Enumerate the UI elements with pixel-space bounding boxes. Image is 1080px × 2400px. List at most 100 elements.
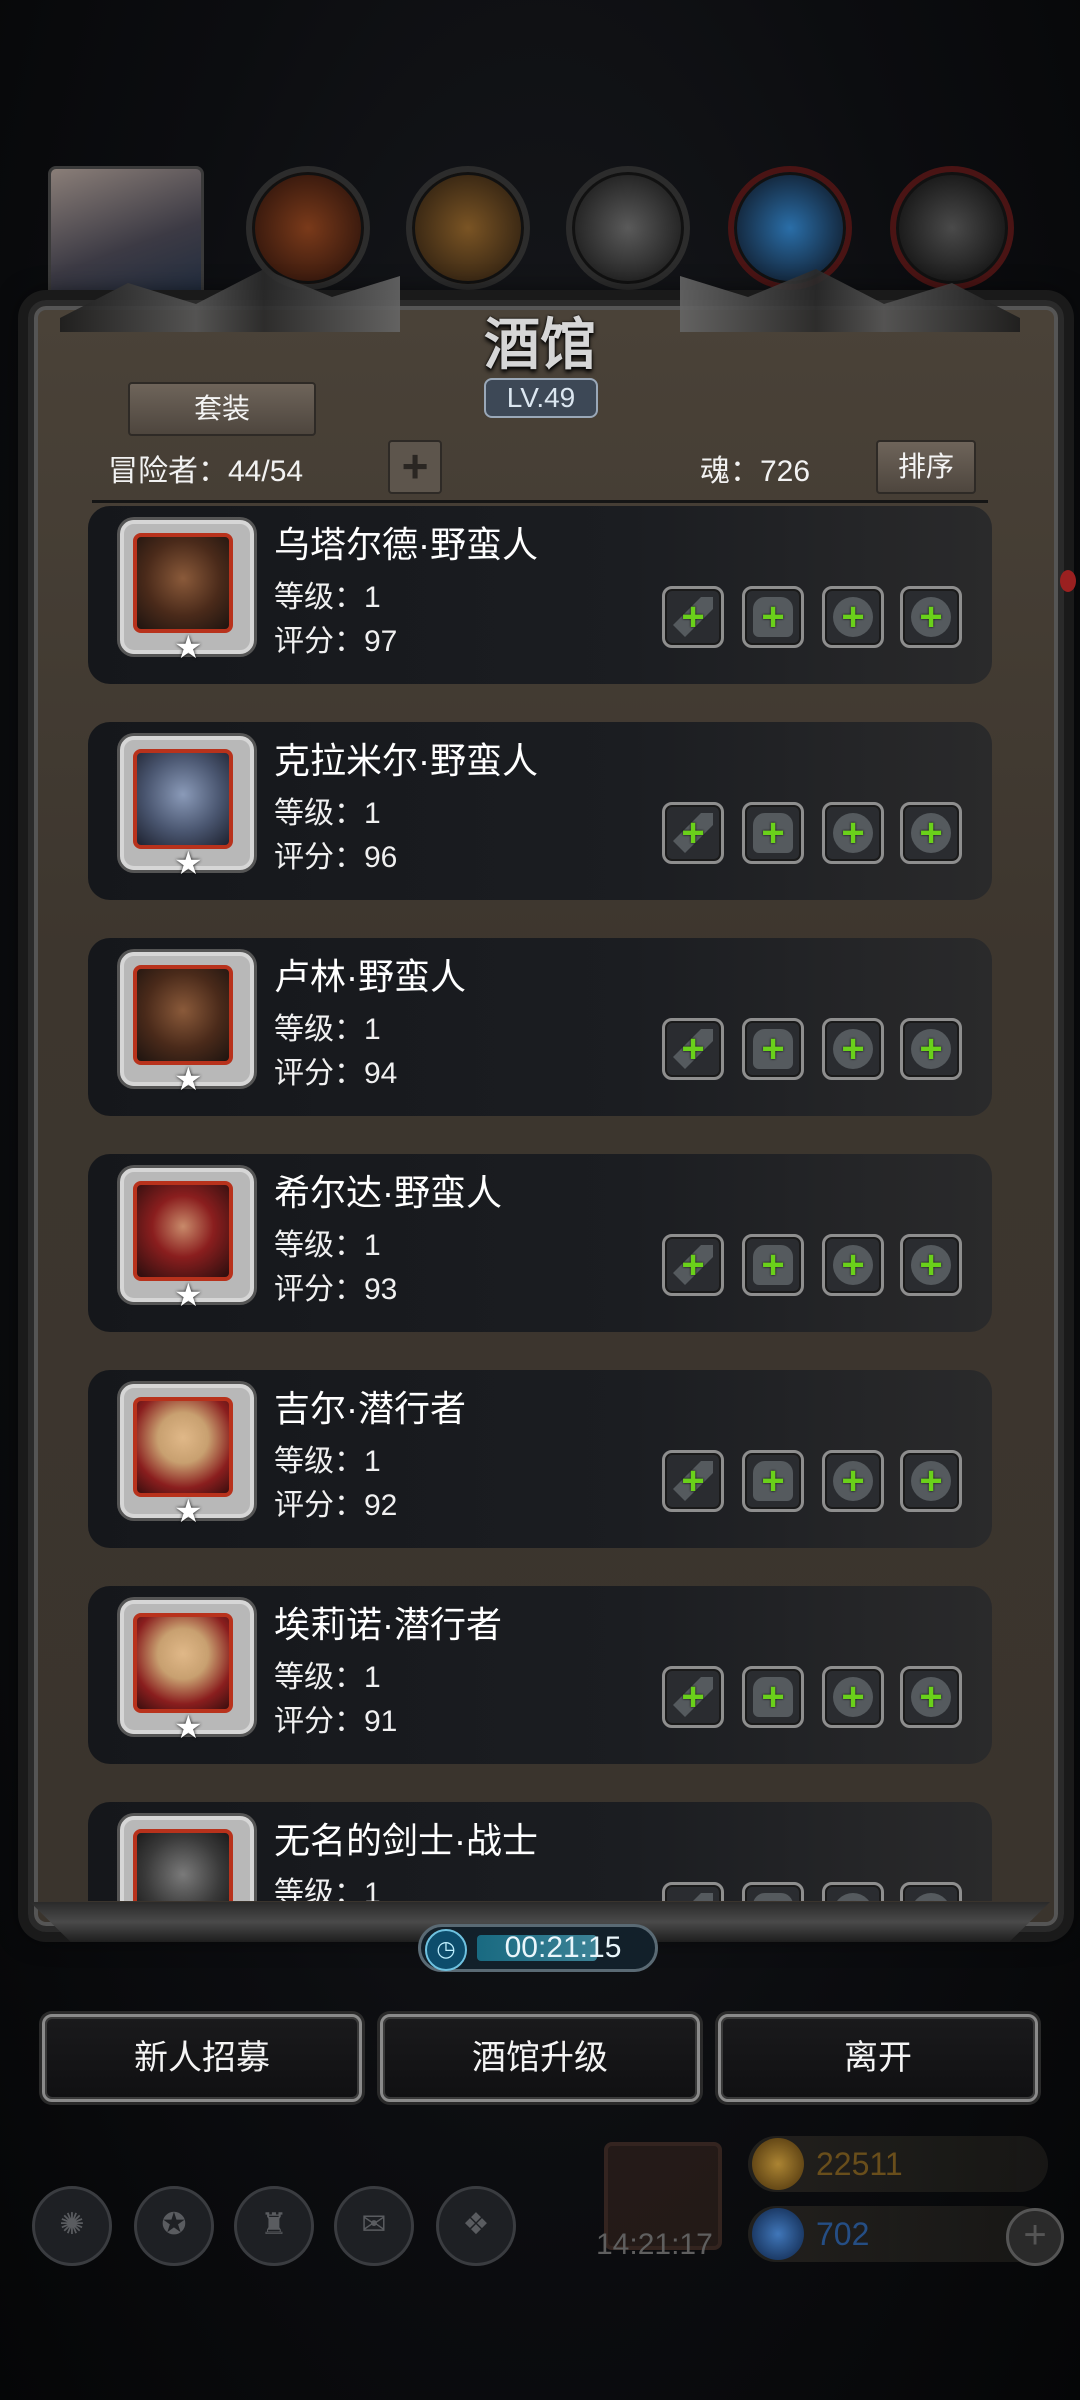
star-icon: ★: [174, 1061, 203, 1097]
adventurer-row[interactable]: ★ 克拉米尔·野蛮人 等级：1 评分：96 + + + +: [88, 722, 992, 900]
settings-icon[interactable]: ✺: [32, 2186, 112, 2266]
achievement-icon[interactable]: ✪: [134, 2186, 214, 2266]
adventurer-score: 评分：94: [274, 1057, 398, 1090]
ring-slot[interactable]: +: [822, 1018, 884, 1080]
necklace-slot[interactable]: +: [900, 802, 962, 864]
weapon-slot[interactable]: +: [662, 1018, 724, 1080]
adventurer-portrait[interactable]: ★: [120, 1816, 254, 1901]
add-icon: +: [681, 1459, 705, 1503]
ring-slot[interactable]: +: [822, 1450, 884, 1512]
armor-slot[interactable]: +: [742, 1882, 804, 1901]
adventurer-portrait[interactable]: ★: [120, 520, 254, 665]
tavern-upgrade-button[interactable]: 酒馆升级: [380, 2014, 700, 2102]
adventurer-name: 无名的剑士·战士: [274, 1820, 538, 1861]
adventurer-score: 评分：93: [274, 1273, 398, 1306]
adventurer-list[interactable]: ★ 乌塔尔德·野蛮人 等级：1 评分：97 + + + + ★ 克拉米尔·野蛮人…: [88, 506, 992, 1901]
adventurer-row[interactable]: ★ 吉尔·潜行者 等级：1 评分：92 + + + +: [88, 1370, 992, 1548]
add-icon: +: [841, 1243, 865, 1287]
necklace-slot[interactable]: +: [900, 1882, 962, 1901]
add-icon: +: [681, 1243, 705, 1287]
page-title: 酒馆: [484, 312, 596, 378]
adventurer-row[interactable]: ★ 希尔达·野蛮人 等级：1 评分：93 + + + +: [88, 1154, 992, 1332]
armor-slot[interactable]: +: [742, 1450, 804, 1512]
adventurer-name: 卢林·野蛮人: [274, 956, 466, 997]
ring-slot[interactable]: +: [822, 586, 884, 648]
tavern-level-badge: LV.49: [484, 378, 598, 418]
weapon-slot[interactable]: +: [662, 1234, 724, 1296]
gem-counter: 702: [748, 2206, 1048, 2262]
adventurer-level: 等级：1: [274, 1661, 381, 1694]
necklace-slot[interactable]: +: [900, 1450, 962, 1512]
adventurer-level: 等级：1: [274, 1445, 381, 1478]
ring-slot[interactable]: +: [822, 1234, 884, 1296]
mail-icon[interactable]: ✉: [334, 2186, 414, 2266]
weapon-slot[interactable]: +: [662, 1666, 724, 1728]
gold-icon: [752, 2138, 804, 2190]
add-icon: +: [681, 1675, 705, 1719]
recruit-button[interactable]: 新人招募: [42, 2014, 362, 2102]
adventurer-portrait[interactable]: ★: [120, 1168, 254, 1313]
adventurer-score: 评分：97: [274, 625, 398, 658]
stone-icon: [890, 166, 1014, 290]
add-icon: +: [903, 1891, 959, 1901]
adventurer-score: 评分：91: [274, 1705, 398, 1738]
adventurer-level: 等级：1: [274, 797, 381, 830]
ring-slot[interactable]: +: [822, 1666, 884, 1728]
necklace-slot[interactable]: +: [900, 1234, 962, 1296]
necklace-slot[interactable]: +: [900, 1666, 962, 1728]
gold-value: 22511: [816, 2146, 903, 2182]
adventurer-name: 吉尔·潜行者: [274, 1388, 466, 1429]
add-gem-button[interactable]: +: [1006, 2208, 1064, 2266]
add-icon: +: [745, 1891, 801, 1901]
adventurer-portrait[interactable]: ★: [120, 1600, 254, 1745]
armor-slot[interactable]: +: [742, 586, 804, 648]
adventurer-row[interactable]: ★ 乌塔尔德·野蛮人 等级：1 评分：97 + + + +: [88, 506, 992, 684]
adventurer-portrait[interactable]: ★: [120, 736, 254, 881]
add-icon: +: [919, 1675, 943, 1719]
star-icon: ★: [174, 1277, 203, 1313]
ring-slot[interactable]: +: [822, 1882, 884, 1901]
gold-counter: 22511: [748, 2136, 1048, 2192]
armor-slot[interactable]: +: [742, 1234, 804, 1296]
adventurer-portrait[interactable]: ★: [120, 1384, 254, 1529]
leave-button[interactable]: 离开: [718, 2014, 1038, 2102]
adventurer-row[interactable]: ★ 卢林·野蛮人 等级：1 评分：94 + + + +: [88, 938, 992, 1116]
adventurer-row[interactable]: ★ 无名的剑士·战士 等级：1 + + + +: [88, 1802, 992, 1901]
adventurer-score: 评分：92: [274, 1489, 398, 1522]
soul-count: 魂：726: [700, 455, 811, 488]
adventurer-count: 冒险者：44/54: [108, 455, 304, 488]
add-icon: +: [825, 1891, 881, 1901]
add-capacity-button[interactable]: +: [388, 440, 442, 494]
sort-button[interactable]: 排序: [876, 440, 976, 494]
add-icon: +: [919, 1243, 943, 1287]
weapon-slot[interactable]: +: [662, 802, 724, 864]
gem-icon: [752, 2208, 804, 2260]
adventurer-portrait[interactable]: ★: [120, 952, 254, 1097]
armor-slot[interactable]: +: [742, 802, 804, 864]
weapon-slot[interactable]: +: [662, 1450, 724, 1512]
castle-icon[interactable]: ♜: [234, 2186, 314, 2266]
necklace-slot[interactable]: +: [900, 586, 962, 648]
crystal-icon: [728, 166, 852, 290]
suit-button[interactable]: 套装: [128, 382, 316, 436]
adventurer-level: 等级：1: [274, 1877, 381, 1901]
armor-slot[interactable]: +: [742, 1666, 804, 1728]
wood-icon: [406, 166, 530, 290]
add-icon: +: [761, 1675, 785, 1719]
armor-slot[interactable]: +: [742, 1018, 804, 1080]
star-icon: ★: [174, 629, 203, 665]
map-icon[interactable]: ❖: [436, 2186, 516, 2266]
adventurer-row[interactable]: ★ 埃莉诺·潜行者 等级：1 评分：91 + + + +: [88, 1586, 992, 1764]
add-icon: +: [761, 1459, 785, 1503]
refresh-timer: ◷ 00:21:15: [418, 1924, 658, 1972]
add-icon: +: [841, 595, 865, 639]
add-icon: +: [681, 811, 705, 855]
adventurer-name: 埃莉诺·潜行者: [274, 1604, 502, 1645]
necklace-slot[interactable]: +: [900, 1018, 962, 1080]
ring-slot[interactable]: +: [822, 802, 884, 864]
weapon-slot[interactable]: +: [662, 586, 724, 648]
gift-timer: 14:21:17: [596, 2228, 713, 2261]
add-icon: +: [841, 1675, 865, 1719]
weapon-slot[interactable]: +: [662, 1882, 724, 1901]
clock-icon: ◷: [425, 1929, 467, 1971]
